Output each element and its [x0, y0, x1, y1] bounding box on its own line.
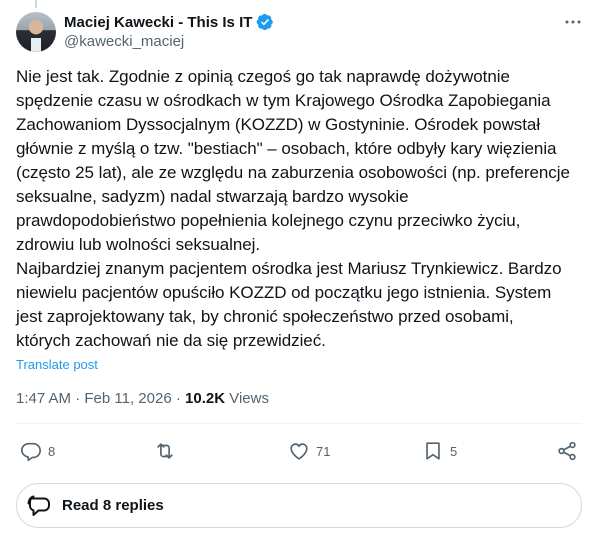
bookmark-button[interactable]: 5 [422, 439, 457, 463]
verified-badge-icon[interactable] [256, 13, 274, 31]
bookmark-icon [426, 442, 440, 460]
author-name[interactable]: Maciej Kawecki - This Is IT [64, 14, 252, 31]
views-label: Views [229, 390, 269, 407]
like-count: 71 [316, 443, 331, 459]
reply-button[interactable]: 8 [20, 439, 55, 463]
post-text: Nie jest tak. Zgodnie z opinią czegoś go… [16, 67, 570, 350]
action-bar: 8 71 5 [16, 439, 582, 463]
bookmark-count: 5 [450, 443, 458, 459]
heart-icon [290, 443, 308, 460]
repost-icon [157, 443, 173, 459]
meta-separator: · [175, 390, 181, 407]
share-button[interactable] [556, 439, 578, 463]
thread-connector [35, 0, 37, 8]
avatar[interactable] [16, 12, 56, 52]
author-name-row[interactable]: Maciej Kawecki - This Is IT [64, 12, 274, 32]
views-count: 10.2K [185, 390, 226, 407]
repost-button[interactable] [154, 439, 182, 463]
share-icon [558, 441, 576, 461]
meta-separator: · [75, 390, 81, 407]
post-date[interactable]: Feb 11, 2026 [84, 390, 171, 407]
divider [16, 423, 582, 424]
post-meta: 1:47 AM · Feb 11, 2026 · 10.2K Views [16, 389, 269, 409]
speech-bubble-icon [27, 495, 50, 516]
read-replies-label: Read 8 replies [62, 497, 164, 514]
post-detail: Maciej Kawecki - This Is IT @kawecki_mac… [0, 0, 598, 536]
translate-post-link[interactable]: Translate post [16, 357, 98, 372]
post-time[interactable]: 1:47 AM [16, 390, 71, 407]
post-header: Maciej Kawecki - This Is IT @kawecki_mac… [16, 12, 582, 52]
like-button[interactable]: 71 [288, 439, 330, 463]
reply-icon [21, 442, 41, 461]
author-handle[interactable]: @kawecki_maciej [64, 33, 184, 50]
more-horizontal-icon[interactable] [564, 13, 582, 31]
read-replies-button[interactable]: Read 8 replies [16, 483, 582, 528]
reply-count: 8 [48, 443, 56, 459]
